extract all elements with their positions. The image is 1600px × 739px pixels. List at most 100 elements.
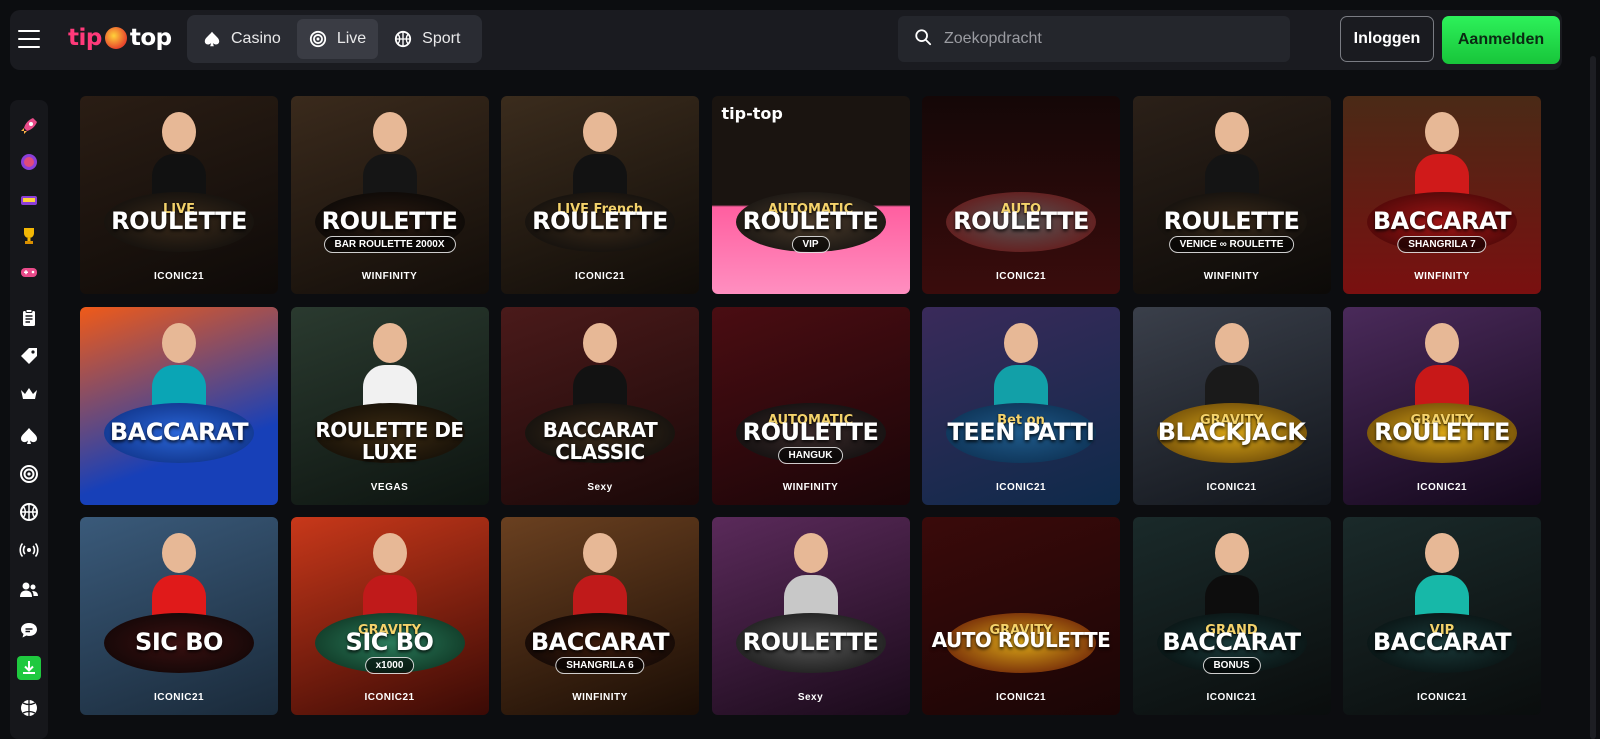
provider-logo: ICONIC21: [995, 271, 1047, 282]
game-title: BACCARAT: [1372, 207, 1512, 235]
tag-icon[interactable]: [17, 344, 41, 368]
mode-switcher: Casino Live Sport: [187, 15, 482, 63]
search-input[interactable]: [944, 30, 1264, 48]
provider-logo: ICONIC21: [574, 271, 626, 282]
game-tile[interactable]: AUTO ROULETTE ICONIC21: [922, 96, 1120, 294]
ball-icon: [394, 30, 412, 48]
game-title: SIC BO: [345, 628, 434, 656]
game-title: ROULETTE: [1163, 207, 1300, 235]
logo-text-left: tip: [68, 25, 102, 51]
game-tile[interactable]: GRAVITY BLACKJACK ICONIC21: [1132, 306, 1331, 505]
game-tile[interactable]: VIP BACCARAT ICONIC21: [1343, 517, 1541, 715]
game-title: TEEN PATTI: [947, 417, 1095, 446]
provider-logo: WINFINITY: [782, 481, 839, 493]
game-tile[interactable]: GRAVITY AUTO ROULETTE ICONIC21: [922, 517, 1120, 715]
site-logo[interactable]: tip top: [68, 23, 172, 53]
tab-live-label: Live: [336, 30, 367, 47]
game-tile[interactable]: BACCARAT: [80, 306, 278, 505]
game-title: BACCARAT: [1372, 628, 1512, 656]
clipboard-icon[interactable]: [17, 306, 41, 330]
register-button[interactable]: Aanmelden: [1442, 16, 1560, 64]
game-tile[interactable]: BACCARAT SHANGRILA 7 WINFINITY: [1343, 96, 1541, 294]
search-icon: [914, 28, 932, 51]
game-title: BACCARAT CLASSIC: [542, 417, 658, 464]
game-tile[interactable]: Bet on TEEN PATTI ICONIC21: [922, 306, 1120, 505]
menu-icon[interactable]: [18, 30, 40, 48]
game-title: BACCARAT: [1162, 628, 1301, 656]
game-title: AUTO ROULETTE: [931, 628, 1111, 652]
game-tile[interactable]: GRAND BACCARAT BONUS ICONIC21: [1132, 517, 1331, 715]
users-icon[interactable]: [17, 578, 41, 602]
game-tile[interactable]: LIVE ROULETTE ICONIC21: [80, 96, 278, 294]
spade-icon[interactable]: [17, 424, 41, 448]
game-tile[interactable]: ROULETTE DE LUXE VEGAS: [290, 306, 489, 505]
game-tile[interactable]: AUTOMATIC ROULETTE HANGUK WINFINITY: [711, 306, 910, 505]
trophy-icon[interactable]: [17, 224, 41, 248]
store-icon[interactable]: [17, 188, 41, 212]
provider-logo: ICONIC21: [1206, 481, 1257, 493]
rocket-icon[interactable]: [17, 114, 41, 138]
provider-logo: ICONIC21: [364, 692, 415, 703]
chat-icon[interactable]: [17, 618, 41, 642]
game-subtitle-badge: VIP: [791, 236, 830, 253]
game-tile[interactable]: LIVE French ROULETTE ICONIC21: [501, 96, 699, 294]
provider-logo: ICONIC21: [995, 481, 1047, 493]
game-title: ROULETTE: [742, 207, 879, 235]
live-target-icon[interactable]: [17, 462, 41, 486]
provider-logo: VEGAS: [370, 481, 409, 493]
game-tile[interactable]: BACCARAT SHANGRILA 6 WINFINITY: [501, 517, 699, 715]
game-subtitle-badge: HANGUK: [777, 446, 844, 464]
basketball-icon[interactable]: [17, 500, 41, 524]
game-title: ROULETTE: [1374, 417, 1510, 446]
game-title: ROULETTE: [321, 207, 458, 235]
game-title: SIC BO: [135, 628, 223, 656]
game-tile[interactable]: ROULETTE BAR ROULETTE 2000X WINFINITY: [290, 96, 489, 294]
game-title: BLACKJACK: [1157, 417, 1306, 446]
sidebar: [10, 100, 48, 739]
tab-casino-label: Casino: [231, 30, 281, 47]
football-icon[interactable]: [17, 696, 41, 720]
download-icon[interactable]: [17, 656, 41, 680]
game-title: ROULETTE: [953, 207, 1089, 235]
provider-logo: ICONIC21: [1416, 692, 1468, 703]
game-tile[interactable]: SIC BO ICONIC21: [80, 517, 278, 715]
tab-casino[interactable]: Casino: [191, 19, 293, 59]
search-box: [898, 16, 1290, 62]
game-title: ROULETTE: [742, 628, 879, 656]
crown-icon[interactable]: [17, 382, 41, 406]
game-subtitle-badge: x1000: [364, 657, 415, 674]
top-bar: tip top Casino Live Sport Inlogg: [10, 10, 1562, 70]
game-subtitle-badge: VENICE ∞ ROULETTE: [1168, 236, 1295, 253]
game-title: BACCARAT: [109, 417, 249, 446]
logo-mascot-icon: [104, 27, 127, 49]
game-title: ROULETTE DE LUXE: [315, 417, 464, 464]
game-tile[interactable]: ROULETTE Sexy: [711, 517, 910, 715]
provider-logo: WINFINITY: [1414, 271, 1470, 282]
game-tile[interactable]: GRAVITY ROULETTE ICONIC21: [1343, 306, 1541, 505]
provider-logo: Sexy: [797, 692, 824, 703]
game-subtitle-badge: BAR ROULETTE 2000X: [323, 236, 456, 253]
provider-logo: ICONIC21: [995, 692, 1047, 703]
provider-logo: ICONIC21: [153, 692, 205, 703]
game-tile[interactable]: tip-top AUTOMATIC ROULETTE VIP: [711, 96, 910, 294]
game-subtitle-badge: BONUS: [1202, 657, 1261, 674]
tile-corner-logo: tip-top: [721, 104, 783, 123]
game-title: ROULETTE: [532, 207, 668, 235]
provider-logo: ICONIC21: [153, 271, 205, 282]
game-subtitle-badge: SHANGRILA 7: [1397, 236, 1487, 253]
game-tile[interactable]: ROULETTE VENICE ∞ ROULETTE WINFINITY: [1132, 96, 1331, 294]
game-tile[interactable]: GRAVITY SIC BO x1000 ICONIC21: [290, 517, 489, 715]
page-scrollbar[interactable]: [1590, 56, 1596, 739]
tab-live[interactable]: Live: [296, 19, 379, 59]
tab-sport[interactable]: Sport: [382, 19, 472, 59]
coin-icon[interactable]: [17, 150, 41, 174]
game-tile[interactable]: BACCARAT CLASSIC Sexy: [501, 306, 699, 505]
logo-text-right: top: [129, 25, 172, 51]
live-target-icon: [309, 30, 327, 48]
gamepad-icon[interactable]: [17, 260, 41, 284]
broadcast-icon[interactable]: [17, 538, 41, 562]
login-button[interactable]: Inloggen: [1340, 16, 1434, 62]
game-title: BACCARAT: [530, 628, 670, 656]
game-subtitle-badge: SHANGRILA 6: [555, 657, 645, 674]
provider-logo: ICONIC21: [1416, 481, 1468, 493]
